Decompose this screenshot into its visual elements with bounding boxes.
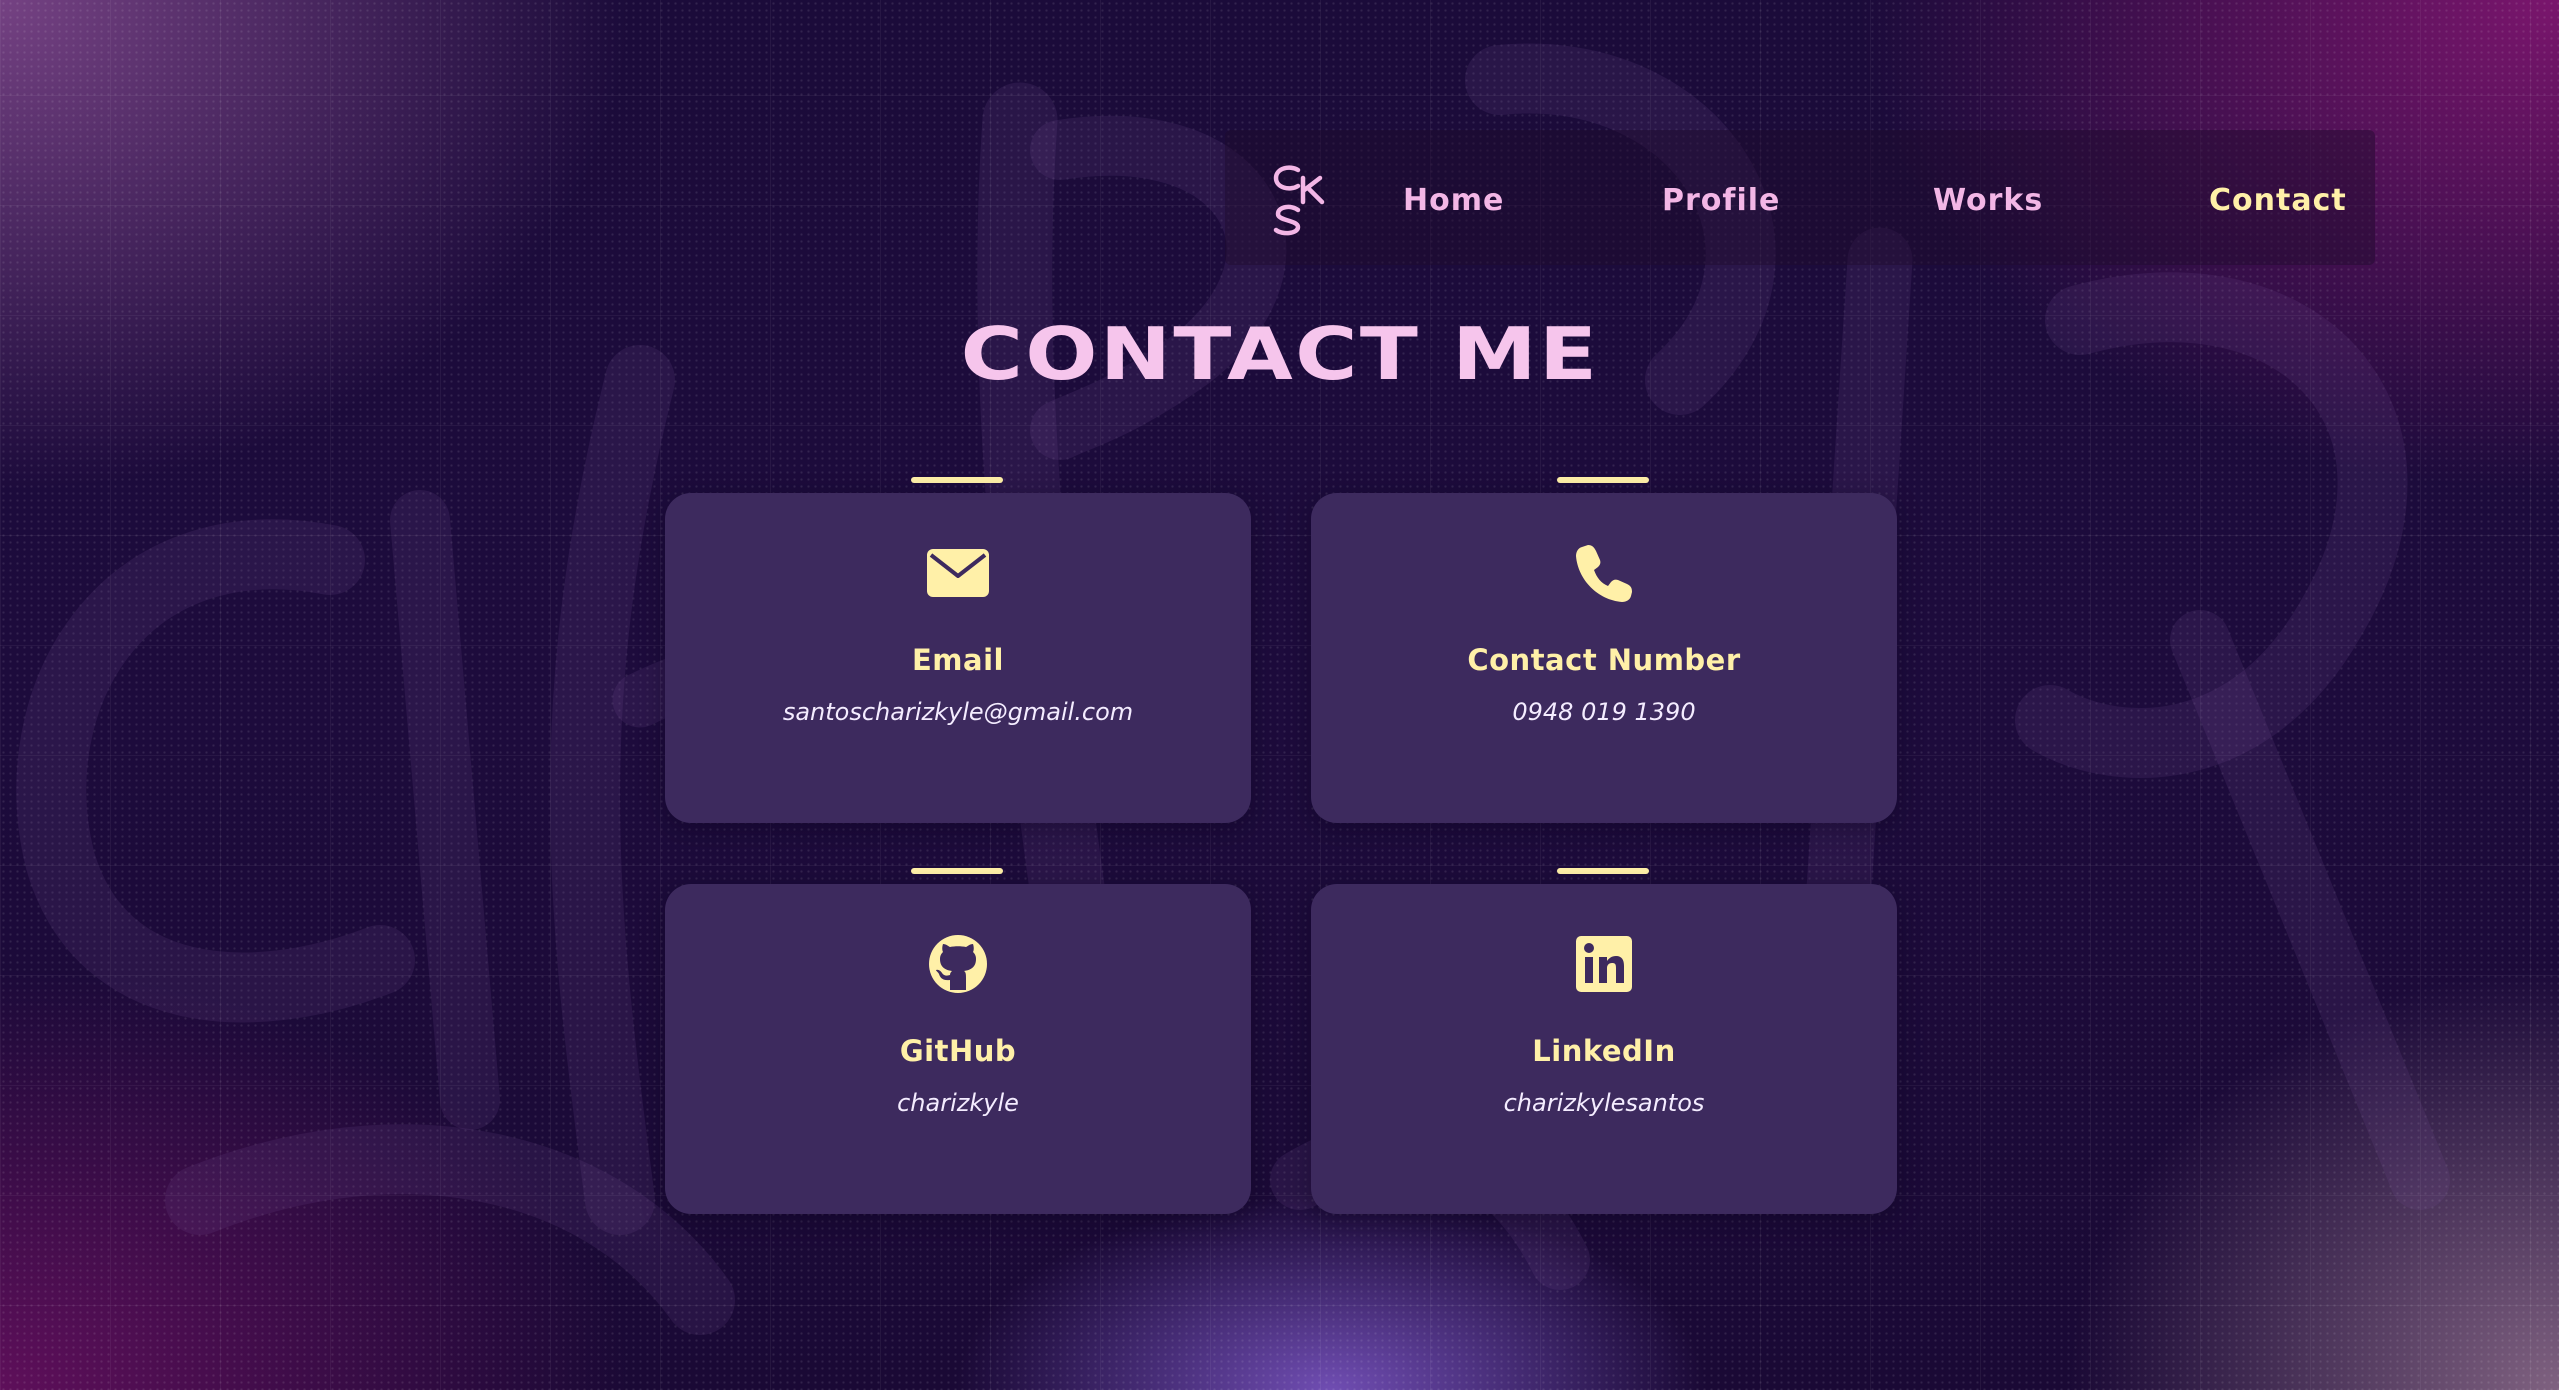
nav-profile[interactable]: Profile bbox=[1662, 183, 1780, 218]
github-value[interactable]: charizkyle bbox=[665, 1089, 1251, 1117]
nav-home[interactable]: Home bbox=[1403, 183, 1504, 218]
phone-label: Contact Number bbox=[1467, 643, 1741, 677]
card-tab bbox=[911, 868, 1003, 874]
github-label: GitHub bbox=[899, 1034, 1017, 1068]
email-value[interactable]: santoscharizkyle@gmail.com bbox=[665, 698, 1251, 726]
logo[interactable] bbox=[1268, 160, 1348, 240]
phone-card[interactable]: Contact Number 0948 019 1390 bbox=[1311, 493, 1897, 823]
github-card[interactable]: GitHub charizkyle bbox=[665, 884, 1251, 1214]
card-tab bbox=[1557, 477, 1649, 483]
github-icon bbox=[926, 932, 990, 996]
contact-page: Home Profile Works Contact CONTACT ME Em… bbox=[0, 0, 2559, 1390]
linkedin-value[interactable]: charizkylesantos bbox=[1311, 1089, 1897, 1117]
email-card[interactable]: Email santoscharizkyle@gmail.com bbox=[665, 493, 1251, 823]
nav-contact[interactable]: Contact bbox=[2209, 183, 2347, 218]
card-tab bbox=[911, 477, 1003, 483]
card-tab bbox=[1557, 868, 1649, 874]
envelope-icon bbox=[926, 541, 990, 605]
linkedin-icon bbox=[1572, 932, 1636, 996]
navbar bbox=[1225, 130, 2375, 265]
page-title: CONTACT ME bbox=[960, 312, 1599, 396]
linkedin-card[interactable]: LinkedIn charizkylesantos bbox=[1311, 884, 1897, 1214]
phone-value[interactable]: 0948 019 1390 bbox=[1311, 698, 1897, 726]
linkedin-label: LinkedIn bbox=[1532, 1034, 1676, 1068]
email-label: Email bbox=[912, 643, 1004, 677]
phone-icon bbox=[1572, 541, 1636, 605]
nav-works[interactable]: Works bbox=[1933, 183, 2043, 218]
